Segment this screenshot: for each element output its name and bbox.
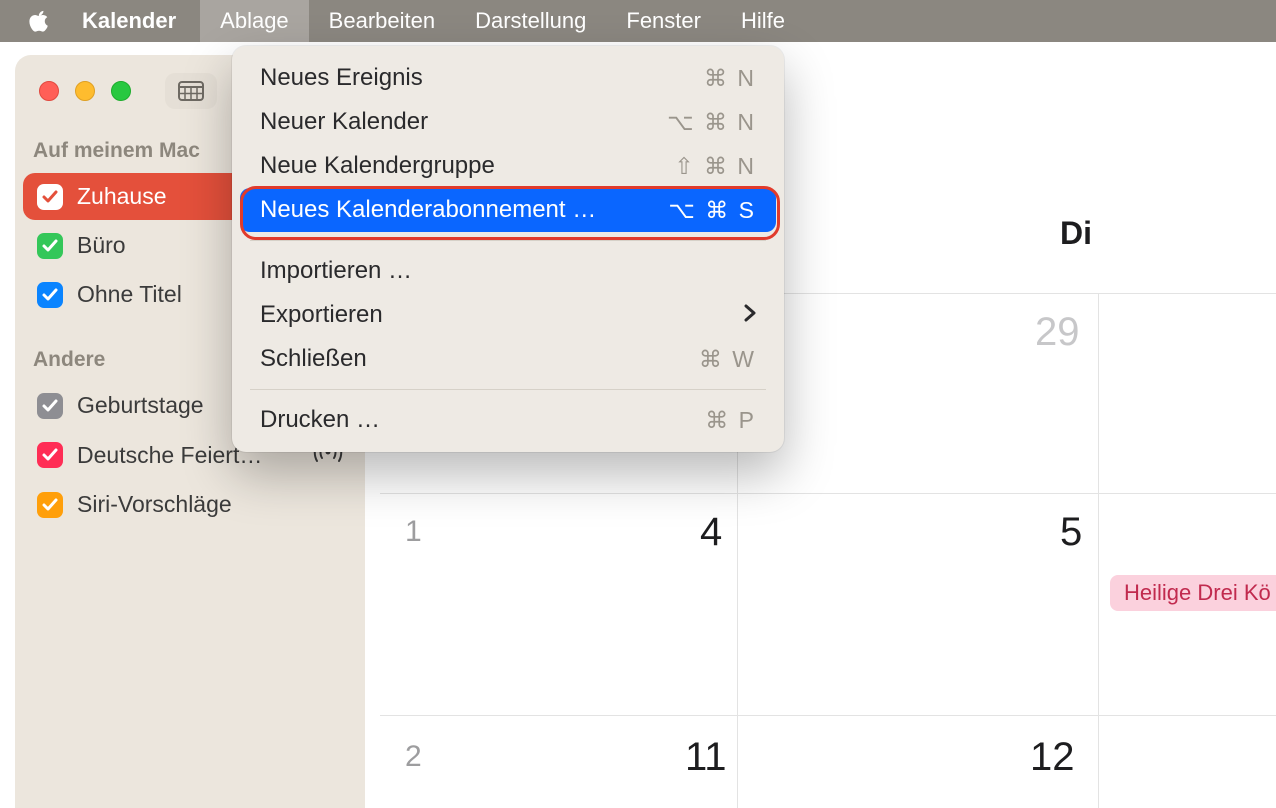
menubar: Kalender Ablage Bearbeiten Darstellung F… — [0, 0, 1276, 42]
event-heilige-drei-koenige[interactable]: Heilige Drei Kö — [1110, 575, 1276, 611]
checkbox-icon[interactable] — [37, 393, 63, 419]
menuitem-label: Neue Kalendergruppe — [260, 152, 495, 180]
day-number[interactable]: 11 — [685, 735, 727, 780]
window-controls — [39, 81, 131, 101]
ablage-dropdown: Neues Ereignis ⌘ N Neuer Kalender ⌥ ⌘ N … — [232, 46, 784, 452]
shortcut: ⇧ ⌘ N — [674, 153, 756, 180]
week-number: 2 — [405, 740, 422, 774]
checkbox-icon[interactable] — [37, 282, 63, 308]
app-name[interactable]: Kalender — [82, 8, 176, 34]
calendar-label: Zuhause — [77, 183, 167, 210]
zoom-window-button[interactable] — [111, 81, 131, 101]
calendars-toolbar-button[interactable] — [165, 73, 217, 109]
shortcut: ⌥ ⌘ S — [668, 197, 756, 224]
week-number: 1 — [405, 515, 422, 549]
calendar-label: Geburtstage — [77, 392, 204, 419]
menuitem-drucken[interactable]: Drucken … ⌘ P — [232, 398, 784, 442]
menu-divider — [250, 240, 766, 241]
menuitem-label: Neues Ereignis — [260, 64, 423, 92]
grid-line — [380, 493, 1276, 494]
day-number[interactable]: 5 — [1060, 510, 1082, 555]
apple-menu-icon[interactable] — [28, 10, 50, 32]
menuitem-neues-kalenderabonnement[interactable]: Neues Kalenderabonnement … ⌥ ⌘ S — [240, 188, 776, 232]
minimize-window-button[interactable] — [75, 81, 95, 101]
weekday-header-tue: Di — [901, 215, 1251, 252]
checkbox-icon[interactable] — [37, 184, 63, 210]
shortcut: ⌘ P — [705, 407, 756, 434]
day-number[interactable]: 12 — [1030, 735, 1075, 780]
menuitem-label: Importieren … — [260, 257, 412, 285]
menu-fenster[interactable]: Fenster — [606, 0, 721, 42]
menuitem-label: Neues Kalenderabonnement … — [260, 196, 596, 224]
calendar-siri[interactable]: Siri-Vorschläge — [23, 481, 357, 528]
menuitem-exportieren[interactable]: Exportieren — [232, 293, 784, 337]
menuitem-label: Drucken … — [260, 406, 380, 434]
menu-hilfe[interactable]: Hilfe — [721, 0, 805, 42]
menu-bearbeiten[interactable]: Bearbeiten — [309, 0, 455, 42]
close-window-button[interactable] — [39, 81, 59, 101]
menuitem-label: Neuer Kalender — [260, 108, 428, 136]
menuitem-schliessen[interactable]: Schließen ⌘ W — [232, 337, 784, 381]
shortcut: ⌥ ⌘ N — [667, 109, 756, 136]
menuitem-neues-ereignis[interactable]: Neues Ereignis ⌘ N — [232, 56, 784, 100]
checkbox-icon[interactable] — [37, 233, 63, 259]
menuitem-neue-kalendergruppe[interactable]: Neue Kalendergruppe ⇧ ⌘ N — [232, 144, 784, 188]
menu-darstellung[interactable]: Darstellung — [455, 0, 606, 42]
calendar-label: Ohne Titel — [77, 281, 182, 308]
checkbox-icon[interactable] — [37, 492, 63, 518]
menuitem-neuer-kalender[interactable]: Neuer Kalender ⌥ ⌘ N — [232, 100, 784, 144]
menuitem-label: Exportieren — [260, 301, 383, 329]
grid-line — [380, 715, 1276, 716]
menu-divider — [250, 389, 766, 390]
shortcut: ⌘ N — [704, 65, 756, 92]
menuitem-label: Schließen — [260, 345, 367, 373]
calendar-label: Büro — [77, 232, 126, 259]
grid-line — [1098, 293, 1099, 808]
day-number-prev[interactable]: 29 — [1035, 310, 1080, 355]
chevron-right-icon — [744, 302, 756, 328]
checkbox-icon[interactable] — [37, 442, 63, 468]
menuitem-importieren[interactable]: Importieren … — [232, 249, 784, 293]
calendar-label: Siri-Vorschläge — [77, 491, 232, 518]
shortcut: ⌘ W — [699, 346, 756, 373]
day-number[interactable]: 4 — [700, 510, 722, 555]
menu-ablage[interactable]: Ablage — [200, 0, 309, 42]
